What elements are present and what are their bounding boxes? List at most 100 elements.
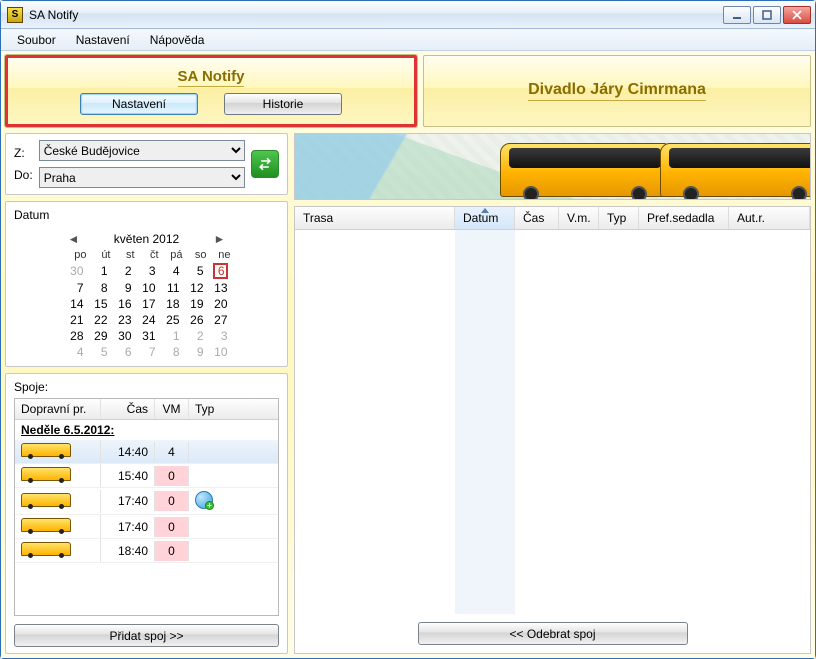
calendar-day[interactable]: 27: [207, 312, 231, 328]
calendar-day[interactable]: 2: [111, 262, 135, 280]
list-item[interactable]: 15:400: [15, 464, 278, 488]
top-cards: SA Notify Nastavení Historie Divadlo Jár…: [5, 55, 811, 127]
col-carrier[interactable]: Dopravní pr.: [15, 399, 101, 419]
calendar-day[interactable]: 30: [111, 328, 135, 344]
menu-settings[interactable]: Nastavení: [66, 31, 140, 49]
app-window: S SA Notify Soubor Nastavení Nápověda SA…: [0, 0, 816, 659]
calendar-day[interactable]: 13: [207, 280, 231, 296]
col-time[interactable]: Čas: [101, 399, 155, 419]
list-item[interactable]: 17:400+: [15, 488, 278, 515]
banner-image: [294, 133, 811, 200]
calendar-day[interactable]: 15: [87, 296, 111, 312]
calendar-day[interactable]: 24: [135, 312, 159, 328]
client-area: SA Notify Nastavení Historie Divadlo Jár…: [1, 51, 815, 658]
ad-link[interactable]: Divadlo Járy Cimrmana: [528, 81, 706, 101]
cell-vm: 0: [155, 491, 189, 511]
calendar-day[interactable]: 1: [87, 262, 111, 280]
calendar-day[interactable]: 4: [63, 344, 87, 360]
cal-next[interactable]: ►: [212, 232, 226, 246]
swap-button[interactable]: [251, 150, 279, 178]
cell-vm: 0: [155, 517, 189, 537]
from-select[interactable]: České Budějovice: [39, 140, 245, 161]
calendar[interactable]: ◄ květen 2012 ► poútstčtpásone 301234567…: [63, 230, 231, 360]
history-button[interactable]: Historie: [224, 93, 342, 115]
maximize-button[interactable]: [753, 6, 781, 24]
gcol-time[interactable]: Čas: [515, 207, 559, 229]
col-type[interactable]: Typ: [189, 399, 229, 419]
bus-illustration: [500, 143, 670, 197]
selected-grid-body[interactable]: [295, 230, 810, 614]
menu-help[interactable]: Nápověda: [140, 31, 215, 49]
connections-list[interactable]: Dopravní pr. Čas VM Typ Neděle 6.5.2012:…: [14, 398, 279, 616]
menu-file[interactable]: Soubor: [7, 31, 66, 49]
calendar-day[interactable]: 4: [159, 262, 183, 280]
list-item[interactable]: 14:404: [15, 440, 278, 464]
connections-panel: Spoje: Dopravní pr. Čas VM Typ Neděle 6.…: [5, 373, 288, 654]
card-ad: Divadlo Járy Cimrmana: [423, 55, 811, 127]
calendar-day[interactable]: 10: [207, 344, 231, 360]
remove-connection-button[interactable]: << Odebrat spoj: [418, 622, 688, 645]
gcol-autr[interactable]: Aut.r.: [729, 207, 810, 229]
left-column: Z: Do: České Budějovice Praha: [5, 133, 288, 654]
route-panel: Z: Do: České Budějovice Praha: [5, 133, 288, 195]
cell-vm: 0: [155, 466, 189, 486]
cal-dow: út: [87, 248, 111, 262]
cal-prev[interactable]: ◄: [67, 232, 81, 246]
calendar-day[interactable]: 23: [111, 312, 135, 328]
calendar-day[interactable]: 11: [159, 280, 183, 296]
selected-grid-header: Trasa Datum Čas V.m. Typ Pref.sedadla Au…: [295, 207, 810, 230]
list-item[interactable]: 18:400: [15, 539, 278, 563]
calendar-day[interactable]: 2: [183, 328, 207, 344]
calendar-day[interactable]: 14: [63, 296, 87, 312]
calendar-day[interactable]: 21: [63, 312, 87, 328]
cell-type: [189, 548, 229, 554]
calendar-day[interactable]: 8: [87, 280, 111, 296]
calendar-day[interactable]: 10: [135, 280, 159, 296]
calendar-day[interactable]: 3: [135, 262, 159, 280]
calendar-day[interactable]: 12: [183, 280, 207, 296]
calendar-day[interactable]: 17: [135, 296, 159, 312]
gcol-date[interactable]: Datum: [455, 207, 515, 229]
calendar-day[interactable]: 1: [159, 328, 183, 344]
cell-time: 17:40: [101, 517, 155, 537]
calendar-day[interactable]: 22: [87, 312, 111, 328]
minimize-button[interactable]: [723, 6, 751, 24]
calendar-day[interactable]: 8: [159, 344, 183, 360]
gcol-route[interactable]: Trasa: [295, 207, 455, 229]
calendar-day[interactable]: 5: [87, 344, 111, 360]
cell-type: [189, 473, 229, 479]
window-title: SA Notify: [29, 8, 723, 22]
gcol-pref[interactable]: Pref.sedadla: [639, 207, 729, 229]
calendar-day[interactable]: 6: [111, 344, 135, 360]
gcol-vm[interactable]: V.m.: [559, 207, 599, 229]
calendar-day[interactable]: 25: [159, 312, 183, 328]
calendar-day[interactable]: 9: [111, 280, 135, 296]
to-select[interactable]: Praha: [39, 167, 245, 188]
col-vm[interactable]: VM: [155, 399, 189, 419]
card-app-title: SA Notify: [178, 68, 245, 87]
calendar-day[interactable]: 19: [183, 296, 207, 312]
calendar-day[interactable]: 31: [135, 328, 159, 344]
gcol-type[interactable]: Typ: [599, 207, 639, 229]
calendar-day[interactable]: 7: [63, 280, 87, 296]
calendar-day[interactable]: 9: [183, 344, 207, 360]
add-connection-button[interactable]: Přidat spoj >>: [14, 624, 279, 647]
close-button[interactable]: [783, 6, 811, 24]
list-item[interactable]: 17:400: [15, 515, 278, 539]
calendar-day[interactable]: 3: [207, 328, 231, 344]
calendar-day[interactable]: 26: [183, 312, 207, 328]
calendar-day[interactable]: 20: [207, 296, 231, 312]
cell-vm: 4: [155, 442, 189, 462]
calendar-grid[interactable]: poútstčtpásone 3012345678910111213141516…: [63, 248, 231, 360]
calendar-day[interactable]: 29: [87, 328, 111, 344]
cell-type: [189, 524, 229, 530]
calendar-day[interactable]: 18: [159, 296, 183, 312]
calendar-day[interactable]: 16: [111, 296, 135, 312]
calendar-day[interactable]: 5: [183, 262, 207, 280]
titlebar: S SA Notify: [1, 1, 815, 29]
calendar-day[interactable]: 6: [207, 262, 231, 280]
calendar-day[interactable]: 28: [63, 328, 87, 344]
calendar-day[interactable]: 7: [135, 344, 159, 360]
settings-button[interactable]: Nastavení: [80, 93, 198, 115]
calendar-day[interactable]: 30: [63, 262, 87, 280]
